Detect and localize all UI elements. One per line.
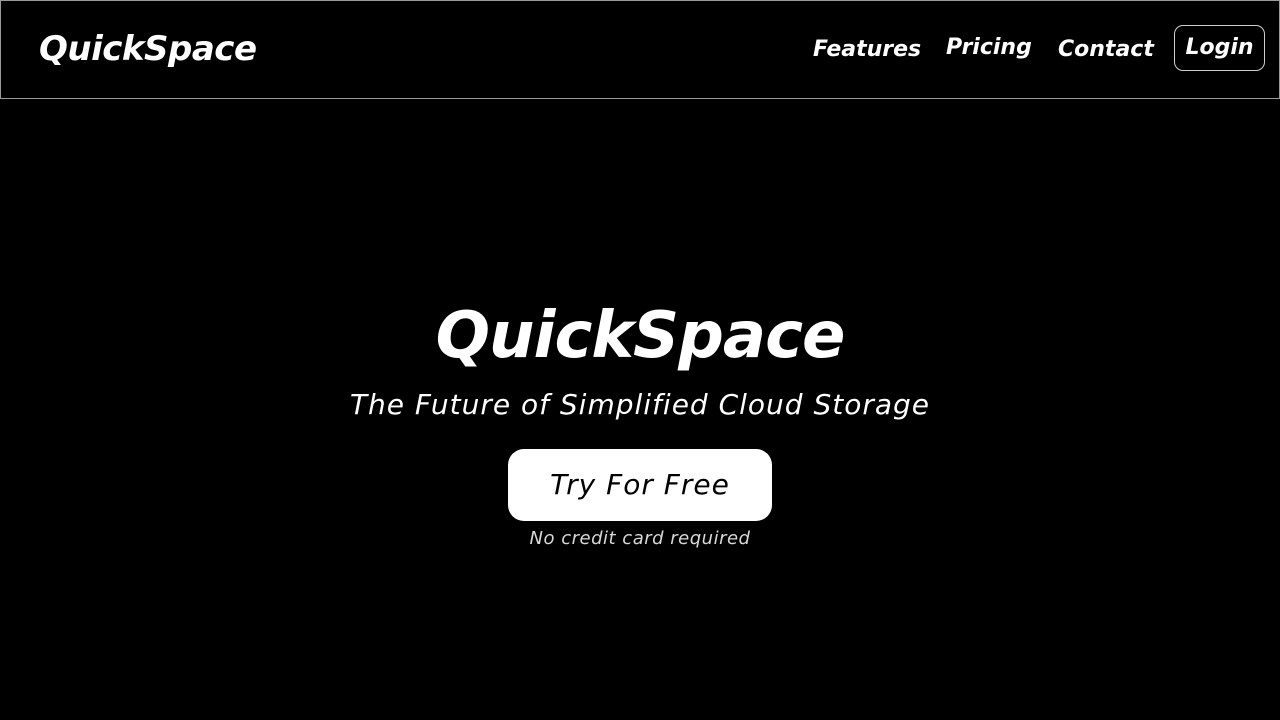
hero-subtitle: The Future of Simplified Cloud Storage <box>349 388 931 421</box>
cta-note: No credit card required <box>529 528 751 549</box>
brand-logo[interactable]: QuickSpace <box>39 27 257 71</box>
hero-title: QuickSpace <box>435 299 846 373</box>
top-navbar: QuickSpace Features Pricing Contact Logi… <box>0 0 1280 99</box>
login-button[interactable]: Login <box>1174 25 1265 71</box>
hero-section: QuickSpace The Future of Simplified Clou… <box>0 99 1280 720</box>
nav-link-features[interactable]: Features <box>813 35 921 65</box>
try-for-free-button[interactable]: Try For Free <box>508 449 772 521</box>
nav-link-pricing[interactable]: Pricing <box>946 33 1032 63</box>
nav-link-contact[interactable]: Contact <box>1058 35 1154 65</box>
